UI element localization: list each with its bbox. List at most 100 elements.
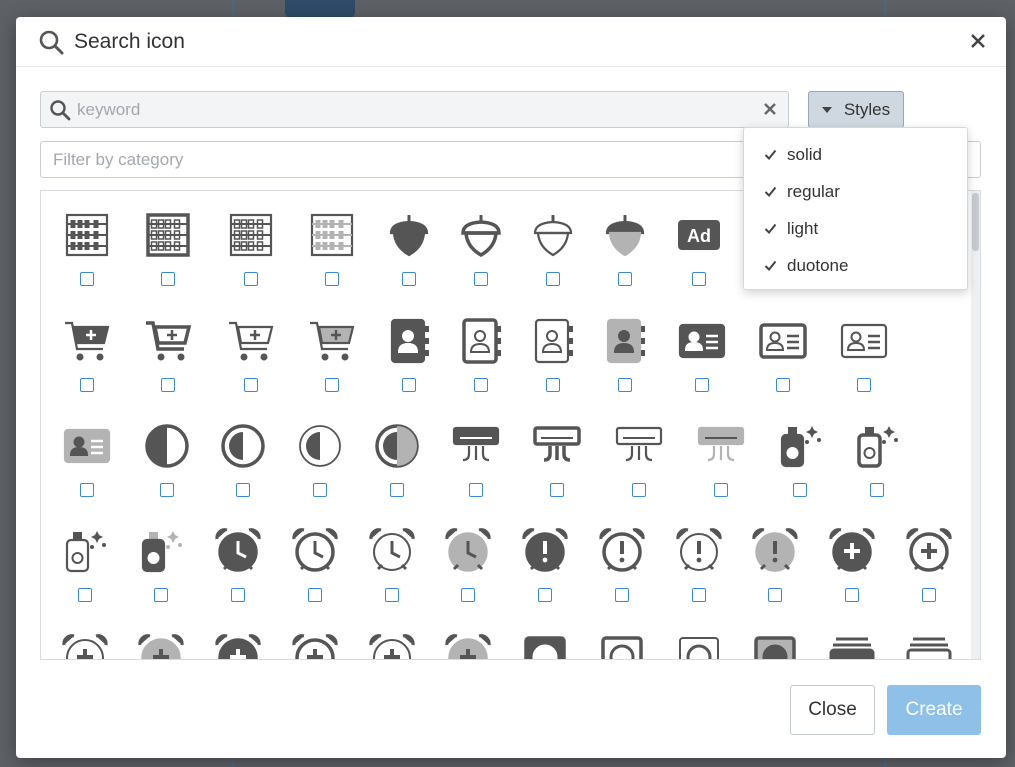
icon-select-checkbox[interactable] (80, 483, 94, 497)
icon-select-checkbox[interactable] (308, 588, 322, 602)
style-option-duotone[interactable]: duotone (744, 247, 967, 284)
icon-grid-cell[interactable] (515, 521, 575, 621)
icon-select-checkbox[interactable] (474, 378, 488, 392)
icon-grid-cell[interactable] (285, 627, 345, 659)
icon-select-checkbox[interactable] (870, 483, 884, 497)
icon-grid-cell[interactable] (137, 416, 197, 516)
icon-grid-cell[interactable] (285, 521, 345, 621)
icon-select-checkbox[interactable] (313, 483, 327, 497)
style-option-light[interactable]: light (744, 210, 967, 247)
icon-grid-cell[interactable] (213, 416, 273, 516)
icon-grid-cell[interactable]: Ad (669, 205, 729, 305)
icon-select-checkbox[interactable] (857, 378, 871, 392)
close-button[interactable]: Close (790, 685, 875, 735)
create-button[interactable]: Create (887, 685, 981, 735)
icon-grid-cell[interactable] (55, 521, 115, 621)
icon-grid-cell[interactable] (138, 205, 198, 305)
icon-grid-cell[interactable] (367, 416, 427, 516)
icon-select-checkbox[interactable] (692, 588, 706, 602)
icon-select-checkbox[interactable] (695, 378, 709, 392)
icon-select-checkbox[interactable] (161, 378, 175, 392)
icon-select-checkbox[interactable] (615, 588, 629, 602)
scrollbar-track[interactable] (971, 191, 980, 659)
icon-select-checkbox[interactable] (793, 483, 807, 497)
icon-select-checkbox[interactable] (80, 378, 94, 392)
icon-grid-cell[interactable] (57, 205, 117, 305)
icon-grid-cell[interactable] (847, 416, 907, 516)
icon-select-checkbox[interactable] (154, 588, 168, 602)
icon-grid-cell[interactable] (221, 311, 281, 411)
icon-grid-cell[interactable] (753, 311, 813, 411)
icon-grid-cell[interactable] (362, 627, 422, 659)
icon-grid-cell[interactable] (672, 311, 732, 411)
icon-grid-cell[interactable] (438, 521, 498, 621)
icon-select-checkbox[interactable] (325, 378, 339, 392)
icon-select-checkbox[interactable] (922, 588, 936, 602)
icon-select-checkbox[interactable] (618, 378, 632, 392)
category-filter-input[interactable] (53, 142, 733, 177)
icon-grid-cell[interactable] (438, 627, 498, 659)
clear-icon[interactable] (762, 101, 778, 117)
icon-select-checkbox[interactable] (546, 272, 560, 286)
icon-grid-cell[interactable] (899, 521, 959, 621)
icon-grid-cell[interactable] (669, 627, 729, 659)
icon-select-checkbox[interactable] (461, 588, 475, 602)
icon-grid-cell[interactable] (131, 521, 191, 621)
icon-grid-cell[interactable] (290, 416, 350, 516)
icon-select-checkbox[interactable] (244, 272, 258, 286)
icon-grid-cell[interactable] (523, 311, 583, 411)
icon-select-checkbox[interactable] (776, 378, 790, 392)
icon-grid-cell[interactable] (822, 627, 882, 659)
keyword-input[interactable] (77, 92, 757, 127)
icon-select-checkbox[interactable] (692, 272, 706, 286)
icon-select-checkbox[interactable] (402, 272, 416, 286)
icon-grid-cell[interactable] (451, 205, 511, 305)
icon-grid-cell[interactable] (527, 416, 587, 516)
icon-grid-cell[interactable] (745, 521, 805, 621)
icon-grid-cell[interactable] (834, 311, 894, 411)
icon-grid-cell[interactable] (669, 521, 729, 621)
icon-grid-cell[interactable] (57, 416, 117, 516)
icon-select-checkbox[interactable] (325, 272, 339, 286)
icon-grid-cell[interactable] (221, 205, 281, 305)
style-option-solid[interactable]: solid (744, 136, 967, 173)
icon-grid-cell[interactable] (131, 627, 191, 659)
icon-grid-cell[interactable] (822, 521, 882, 621)
icon-grid-cell[interactable] (609, 416, 669, 516)
scrollbar-thumb[interactable] (972, 193, 979, 251)
icon-grid-cell[interactable] (592, 627, 652, 659)
icon-grid-cell[interactable] (595, 311, 655, 411)
style-option-regular[interactable]: regular (744, 173, 967, 210)
icon-select-checkbox[interactable] (714, 483, 728, 497)
icon-select-checkbox[interactable] (402, 378, 416, 392)
icon-grid-cell[interactable] (362, 521, 422, 621)
icon-grid-cell[interactable] (770, 416, 830, 516)
icon-select-checkbox[interactable] (469, 483, 483, 497)
icon-grid-cell[interactable] (208, 627, 268, 659)
icon-grid-cell[interactable] (379, 205, 439, 305)
icon-select-checkbox[interactable] (845, 588, 859, 602)
icon-select-checkbox[interactable] (161, 272, 175, 286)
icon-select-checkbox[interactable] (231, 588, 245, 602)
icon-grid-cell[interactable] (302, 311, 362, 411)
icon-select-checkbox[interactable] (385, 588, 399, 602)
icon-select-checkbox[interactable] (538, 588, 552, 602)
icon-grid-cell[interactable] (379, 311, 439, 411)
icon-grid-cell[interactable] (592, 521, 652, 621)
icon-select-checkbox[interactable] (618, 272, 632, 286)
icon-grid-cell[interactable] (208, 521, 268, 621)
icon-select-checkbox[interactable] (390, 483, 404, 497)
icon-grid-cell[interactable] (691, 416, 751, 516)
icon-select-checkbox[interactable] (80, 272, 94, 286)
styles-dropdown-button[interactable]: Styles (808, 91, 904, 128)
icon-select-checkbox[interactable] (474, 272, 488, 286)
icon-select-checkbox[interactable] (236, 483, 250, 497)
icon-grid-cell[interactable] (515, 627, 575, 659)
icon-grid-cell[interactable] (57, 311, 117, 411)
icon-select-checkbox[interactable] (78, 588, 92, 602)
icon-grid-cell[interactable] (451, 311, 511, 411)
icon-grid-cell[interactable] (446, 416, 506, 516)
icon-select-checkbox[interactable] (768, 588, 782, 602)
icon-select-checkbox[interactable] (160, 483, 174, 497)
icon-grid-cell[interactable] (595, 205, 655, 305)
